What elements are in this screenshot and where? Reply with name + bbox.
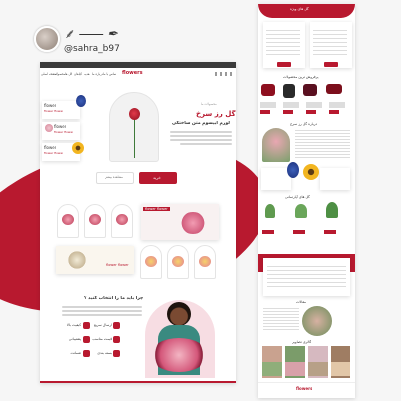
product-row-buttons (260, 110, 352, 114)
nav-item-about[interactable]: درباره ما (92, 72, 103, 76)
avatar (34, 26, 60, 52)
feature-label: پشتیبانی (68, 337, 81, 341)
logo[interactable]: flowers (122, 70, 143, 76)
top-bar (40, 62, 236, 68)
sunflower-icon (303, 164, 319, 180)
footer-line (40, 381, 236, 383)
hero-text-line (170, 139, 232, 141)
bouquet-icon (116, 214, 128, 225)
bouquet-icon (89, 214, 101, 225)
promo-banner-label: flower flower (143, 207, 170, 211)
gallery-grid-row2 (262, 362, 350, 376)
right-flower-card-2[interactable] (320, 168, 350, 190)
plant-icon (265, 204, 275, 218)
why-text-line (62, 310, 142, 312)
why-text-line (62, 306, 142, 308)
why-title: چرا باید ما را انتخاب کنید ؟ (84, 296, 144, 301)
promo-banner-2-label: flower flower (106, 263, 129, 267)
feature-icon (113, 336, 120, 343)
right-section6-title: گالری تصاویر (292, 340, 312, 344)
hero-text-line (170, 131, 232, 133)
article-photo (302, 306, 332, 336)
woman-head (167, 302, 191, 326)
right-top-title: گل های ویژه (290, 7, 309, 11)
bouquet-icon (199, 256, 211, 267)
rose-box-icon (261, 84, 275, 96)
bouquet-icon (62, 214, 74, 225)
rose-box-icon (283, 84, 295, 98)
bouquet-icon (145, 256, 157, 267)
side-card-1-sub: flower flower (44, 109, 64, 113)
bouquet-icon (172, 256, 184, 267)
hero-title: گل رز سرخ (196, 110, 236, 118)
nav-item-contact[interactable]: تماس با ما (103, 72, 116, 76)
plant-icon (295, 204, 307, 218)
right-section2-title: پرفروش ترین محصولات (283, 75, 319, 79)
side-card-3-sub: flower flower (44, 151, 64, 155)
hero-eyebrow: محصولات ما (201, 102, 217, 106)
side-card-2-title: flower (54, 124, 67, 129)
article-text (263, 308, 299, 332)
blue-flower-icon (287, 162, 299, 178)
feature-label: ضمانت (70, 351, 81, 355)
nav-item-gift[interactable]: هدیه (84, 72, 90, 76)
plan-button-2[interactable] (324, 62, 338, 67)
nav-item-flowers[interactable]: گل ها (65, 72, 72, 76)
why-text-line (62, 314, 142, 316)
right-footer-logo: flowers (296, 386, 313, 391)
hero-secondary-label: مشاهده بیشتر (105, 175, 123, 179)
side-card-3-title: flower (44, 145, 57, 150)
product-row-text (260, 102, 352, 108)
feature-icon (83, 350, 90, 357)
about-photo (262, 128, 290, 162)
bouquet-icon (150, 338, 208, 372)
right-section3-title: درباره گل رز سرخ (290, 122, 317, 126)
author-handle: @sahra_b97 (64, 44, 120, 54)
right-section5-title: مقالات (296, 300, 307, 304)
feature-label: ارسال سریع (93, 323, 112, 327)
feature-icon (83, 336, 90, 343)
about-text (295, 130, 350, 160)
side-card-2-sub: flower flower (54, 130, 74, 134)
nav-item-products[interactable]: محصولات (53, 72, 65, 76)
plant-icon (326, 202, 338, 218)
nav-icons (215, 72, 233, 76)
feature-label: کیفیت بالا (66, 323, 81, 327)
feature-icon (83, 322, 90, 329)
hero-text-line (180, 143, 232, 145)
testimonial-text (267, 266, 346, 290)
right-section4-title: گل های آپارتمانی (285, 195, 310, 199)
plan-list-2 (313, 30, 347, 58)
white-branch-icon (66, 251, 88, 269)
rose-box-icon (326, 84, 342, 94)
feature-label: بسته بندی (97, 351, 112, 355)
showcase-canvas: ⸙ ⸺ ✒ @sahra_b97 صفحه اصلی محصولات گل ها… (0, 0, 401, 401)
rose-box-icon (303, 84, 317, 96)
plan-list-1 (266, 30, 300, 58)
pink-branch-icon (178, 212, 208, 234)
rose-icon (129, 108, 140, 120)
plant-row-buttons (262, 230, 350, 234)
signature: ⸙ ⸺ ✒ (64, 27, 118, 42)
sunflower-icon (72, 142, 84, 154)
blue-flower-icon (76, 95, 86, 107)
hero-subtitle: لورم ایپسوم متن ساختگی (172, 121, 230, 126)
hero-primary-label: خرید (153, 175, 161, 180)
pink-flower-icon (45, 124, 53, 132)
feature-label: قیمت مناسب (92, 337, 112, 341)
feature-icon (113, 322, 120, 329)
plan-button-1[interactable] (277, 62, 291, 67)
side-card-1-title: flower (44, 103, 57, 108)
nav-item-plants[interactable]: گیاهان (74, 72, 82, 76)
feature-icon (113, 350, 120, 357)
hero-text-line (170, 135, 232, 137)
rose-stem (134, 118, 135, 158)
